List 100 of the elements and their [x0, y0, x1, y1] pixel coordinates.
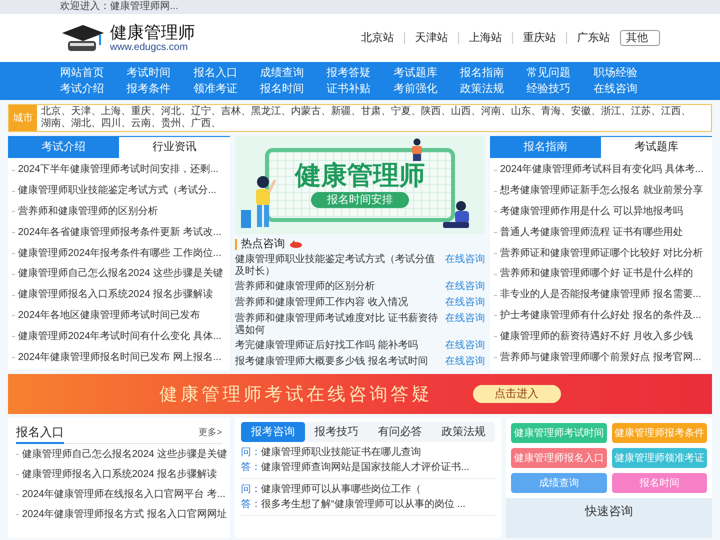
nav-link[interactable]: 职场经验 [593, 66, 660, 80]
article-link[interactable]: 考健康管理师作用是什么 可以异地报考吗 [500, 206, 683, 218]
article-link[interactable]: 健康管理师2024年报考条件有哪些 工作岗位... [18, 248, 222, 260]
nav-link[interactable]: 经验技巧 [526, 82, 594, 96]
welcome-text: 欢迎进入：健康管理师网... [60, 2, 178, 12]
figure-drawing [409, 138, 425, 162]
city-link[interactable]: 湖北、 [71, 118, 101, 130]
nav-link[interactable]: 报名指南 [460, 66, 527, 80]
article-link[interactable]: 2024年健康管理师考试科目有变化吗 具体考... [500, 164, 704, 176]
nav-link[interactable]: 在线咨询 [593, 82, 660, 96]
city-link[interactable]: 天津、 [71, 106, 101, 118]
nav-link[interactable]: 报名入口 [193, 66, 260, 80]
consult-link[interactable]: 在线咨询 [445, 281, 485, 294]
tab[interactable]: 报考咨询 [241, 422, 304, 442]
consult-link[interactable]: 在线咨询 [445, 340, 485, 352]
city-link[interactable]: 广西、 [191, 118, 221, 130]
city-link[interactable]: 四川、 [101, 118, 131, 130]
city-link[interactable]: 湖南、 [41, 118, 71, 130]
article-link[interactable]: 健康管理师2024年考试时间有什么变化 具体... [18, 330, 222, 343]
article-link[interactable]: 护士考健康管理师有什么好处 报名的条件及... [500, 310, 702, 322]
nav-link[interactable]: 考前强化 [393, 82, 460, 96]
nav-link[interactable]: 报考答疑 [326, 66, 394, 80]
more-link[interactable]: 更多> [198, 426, 222, 440]
nav-link[interactable]: 网站首页 [60, 66, 127, 80]
article-link[interactable]: 营养师和健康管理师的区别分析 [18, 206, 158, 218]
hot-link[interactable]: 营养师和健康管理师考试难度对比 证书薪资待遇如何 [235, 312, 441, 337]
nav-link[interactable]: 证书补贴 [326, 82, 394, 96]
hot-link[interactable]: 健康管理师职业技能鉴定考试方式（考试分值及时长） [235, 254, 441, 278]
station-link[interactable]: 广东站 [577, 30, 610, 46]
article-link[interactable]: 营养师和健康管理师哪个好 证书是什么样的 [500, 268, 693, 280]
article-link[interactable]: 健康管理师职业技能鉴定考试方式（考试分... [18, 185, 216, 198]
banner-subtitle: 报名时间安排 [311, 192, 409, 208]
city-link[interactable]: 辽宁、 [191, 106, 221, 118]
consult-link[interactable]: 在线咨询 [445, 254, 485, 266]
tab[interactable]: 政策法规 [432, 422, 495, 442]
city-link[interactable]: 河北、 [161, 106, 191, 118]
nav-link[interactable]: 考试时间 [126, 66, 194, 80]
article-link[interactable]: 健康管理师自己怎么报名2024 这些步骤是关键 [22, 446, 228, 462]
article-link[interactable]: 2024年健康管理师在线报名入口官网平台 考... [22, 486, 226, 502]
city-link[interactable]: 江西、 [661, 106, 691, 118]
hot-link[interactable]: 考完健康管理师证后好找工作吗 能补考吗 [235, 340, 418, 352]
city-link[interactable]: 北京、 [41, 106, 71, 118]
logo-url: www.edugcs.com [110, 42, 189, 52]
tab[interactable]: 报考技巧 [304, 422, 368, 442]
city-link[interactable]: 浙江、 [601, 106, 631, 118]
article-link[interactable]: 营养师与健康管理师哪个前景好点 报考官网... [500, 352, 702, 364]
hot-link[interactable]: 营养师和健康管理师工作内容 收入情况 [235, 297, 408, 310]
city-link[interactable]: 吉林、 [221, 106, 251, 118]
tab[interactable]: 考试介绍 [8, 137, 119, 158]
tab[interactable]: 报名指南 [490, 137, 601, 158]
section-heading: 热点咨询 [241, 236, 285, 252]
consult-link[interactable]: 在线咨询 [445, 297, 485, 310]
nav-link[interactable]: 报名时间 [260, 82, 327, 96]
city-link[interactable]: 新疆、 [331, 106, 361, 118]
city-link[interactable]: 贵州、 [161, 118, 191, 130]
city-link[interactable]: 上海、 [101, 106, 131, 118]
nav-link[interactable]: 领准考证 [193, 82, 260, 96]
enter-button[interactable]: 点击进入 [472, 385, 560, 403]
city-link[interactable]: 江苏、 [631, 106, 661, 118]
nav-link[interactable]: 成绩查询 [260, 66, 327, 80]
station-link[interactable]: 天津站 [415, 30, 448, 46]
article-link[interactable]: 2024下半年健康管理师考试时间安排，还剩... [18, 164, 219, 176]
article-link[interactable]: 普通人考健康管理师流程 证书有哪些用处 [500, 226, 683, 239]
article-link[interactable]: 健康管理师的薪资待遇好不好 月收入多少钱 [500, 330, 693, 343]
article-link[interactable]: 非专业的人是否能报考健康管理师 报名需要... [500, 289, 702, 302]
city-link[interactable]: 河南、 [481, 106, 511, 118]
nav-link[interactable]: 考试题库 [393, 66, 460, 80]
nav-link[interactable]: 考试介绍 [60, 82, 127, 96]
city-link[interactable]: 宁夏、 [391, 106, 421, 118]
city-link[interactable]: 内蒙古、 [291, 106, 331, 118]
station-link[interactable]: 上海站 [469, 30, 502, 46]
city-link[interactable]: 安徽、 [571, 106, 601, 118]
city-link[interactable]: 山东、 [511, 106, 541, 118]
article-link[interactable]: 想考健康管理师证新手怎么报名 就业前景分享 [500, 185, 703, 198]
nav-link[interactable]: 常见问题 [526, 66, 594, 80]
nav-link[interactable]: 报考条件 [126, 82, 194, 96]
article-link[interactable]: 健康管理师自己怎么报名2024 这些步骤是关键 [18, 268, 224, 280]
hot-link[interactable]: 营养师和健康管理师的区别分析 [235, 281, 375, 294]
city-link[interactable]: 黑龙江、 [251, 106, 291, 118]
station-link[interactable]: 重庆站 [523, 30, 556, 46]
tab[interactable]: 有问必答 [368, 422, 432, 442]
city-link[interactable]: 重庆、 [131, 106, 161, 118]
city-link[interactable]: 山西、 [451, 106, 481, 118]
consult-link[interactable]: 在线咨询 [445, 356, 485, 368]
article-link[interactable]: 健康管理师报名入口系统2024 报名步骤解读 [18, 289, 214, 302]
consult-link[interactable]: 在线咨询 [445, 312, 485, 325]
article-link[interactable]: 健康管理师报名入口系统2024 报名步骤解读 [22, 466, 218, 482]
hot-link[interactable]: 报考健康管理师大概要多少钱 报名考试时间 [235, 356, 428, 368]
article-link[interactable]: 2024年健康管理师报名方式 报名入口官网网址 [22, 506, 228, 522]
article-link[interactable]: 2024年健康管理师报名时间已发布 网上报名... [18, 352, 222, 364]
other-button[interactable]: 其他 [620, 30, 660, 46]
article-link[interactable]: 2024年各省健康管理师报考条件更新 考试改... [18, 226, 222, 239]
city-link[interactable]: 陕西、 [421, 106, 451, 118]
nav-link[interactable]: 政策法规 [460, 82, 527, 96]
city-link[interactable]: 甘肃、 [361, 106, 391, 118]
article-link[interactable]: 营养师证和健康管理师证哪个比较好 对比分析 [500, 248, 703, 260]
station-link[interactable]: 北京站 [361, 30, 394, 46]
city-link[interactable]: 青海、 [541, 106, 571, 118]
city-link[interactable]: 云南、 [131, 118, 161, 130]
article-link[interactable]: 2024年各地区健康管理师考试时间已发布 [18, 310, 200, 322]
